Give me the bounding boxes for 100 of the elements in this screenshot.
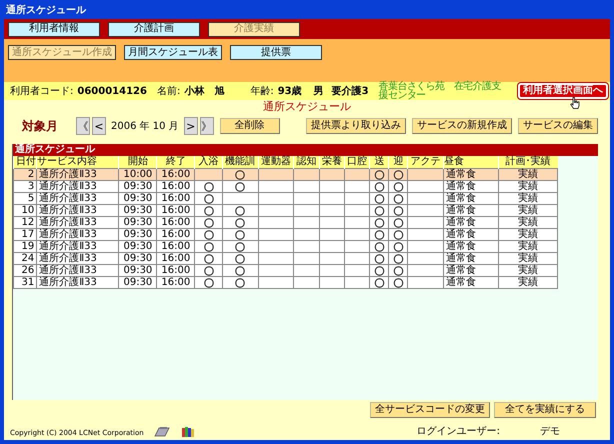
table-cell: 通常食 — [444, 204, 498, 216]
table-cell: 通所介護Ⅱ33 — [36, 204, 119, 216]
panel-title: 通所スケジュール — [13, 144, 598, 156]
column-header: 機能訓 — [222, 156, 258, 168]
table-cell: 通所介護Ⅱ33 — [36, 192, 119, 204]
column-header: 日付 — [14, 156, 37, 168]
table-cell: 通所介護Ⅱ33 — [36, 252, 119, 264]
table-cell: 通所介護Ⅱ33 — [36, 276, 119, 288]
field-label: 名前: — [156, 85, 180, 98]
books-icon — [180, 426, 196, 438]
table-cell: 通常食 — [444, 264, 498, 276]
table-cell: 実績 — [498, 252, 558, 264]
table-cell: 10 — [14, 204, 37, 216]
nav-tab[interactable]: 月間スケジュール表 — [124, 45, 222, 60]
schedule-row[interactable]: 31 通所介護Ⅱ33 09:30 16:00 通常食 実績 — [14, 276, 558, 288]
table-cell: 10:00 — [118, 168, 157, 180]
action-button[interactable]: サービスの編集 — [518, 118, 598, 134]
first-button[interactable]: 《 — [76, 117, 90, 135]
schedule-row[interactable]: 10 通所介護Ⅱ33 09:30 16:00 通常食 実績 — [14, 204, 558, 216]
back-button[interactable]: 利用者選択画面へ — [518, 83, 608, 99]
column-header: サービス内容 — [36, 156, 119, 168]
action-button[interactable]: 提供票より取り込み — [306, 118, 406, 134]
table-cell: 通所介護Ⅱ33 — [36, 168, 119, 180]
table-cell: 3 — [14, 180, 37, 192]
table-cell: 通所介護Ⅱ33 — [36, 264, 119, 276]
bulk-action-button[interactable]: 全サービスコードの変更 — [370, 402, 490, 418]
table-cell: 実績 — [498, 192, 558, 204]
column-header: 計画･実績 — [498, 156, 558, 168]
column-header: 終了 — [156, 156, 195, 168]
prev-button[interactable]: < — [92, 117, 106, 135]
window-title: 通所スケジュール — [5, 4, 88, 18]
column-header: アクテ — [408, 156, 444, 168]
table-cell: 12 — [14, 216, 37, 228]
nav-tab[interactable]: 提供票 — [230, 45, 322, 60]
user-name: 小林 旭 — [184, 84, 224, 98]
column-header: 昼食 — [444, 156, 498, 168]
month-text: 2006 年 10 月 — [110, 120, 180, 133]
nav-tab[interactable]: 利用者情報 — [8, 22, 100, 37]
table-cell: 実績 — [498, 228, 558, 240]
care-level: 要介護3 — [332, 84, 369, 98]
table-cell: 実績 — [498, 168, 558, 180]
hand-cursor-icon — [570, 97, 580, 109]
bulk-action-button[interactable]: 全てを実績にする — [494, 402, 596, 418]
field-label: 利用者コード: — [10, 84, 74, 98]
schedule-row[interactable]: 19 通所介護Ⅱ33 09:30 16:00 通常食 実績 — [14, 240, 558, 252]
table-cell: 実績 — [498, 264, 558, 276]
table-cell: 24 — [14, 252, 37, 264]
user-code: 0600014126 — [77, 86, 147, 96]
table-cell: 通所介護Ⅱ33 — [36, 228, 119, 240]
table-cell: 通常食 — [444, 216, 498, 228]
table-cell: 実績 — [498, 240, 558, 252]
column-header: 運動器 — [258, 156, 294, 168]
column-header: 入浴 — [194, 156, 222, 168]
table-cell: 5 — [14, 192, 37, 204]
table-cell: 実績 — [498, 204, 558, 216]
table-cell: 実績 — [498, 180, 558, 192]
table-cell: 通所介護Ⅱ33 — [36, 180, 119, 192]
table-cell: 19 — [14, 240, 37, 252]
table-cell: 通所介護Ⅱ33 — [36, 240, 119, 252]
column-header: 口腔 — [344, 156, 370, 168]
column-header: 送 — [370, 156, 389, 168]
table-cell: 2 — [14, 168, 37, 180]
table-cell: 実績 — [498, 276, 558, 288]
table-cell: 通常食 — [444, 240, 498, 252]
column-header: 迎 — [388, 156, 408, 168]
schedule-row[interactable]: 3 通所介護Ⅱ33 09:30 16:00 通常食 実績 — [14, 180, 558, 192]
next-button[interactable]: > — [184, 117, 198, 135]
table-cell: 16:00 — [156, 168, 195, 180]
login-label: ログインユーザー: — [416, 425, 500, 438]
table-cell: 26 — [14, 264, 37, 276]
table-cell: 通常食 — [444, 276, 498, 288]
nav-tab[interactable]: 介護実績 — [208, 22, 300, 37]
column-header: 開始 — [118, 156, 157, 168]
telephone-icon — [154, 426, 170, 438]
last-button[interactable]: 》 — [200, 117, 214, 135]
login-user: デモ — [540, 425, 560, 438]
field-label: 年齢: — [250, 84, 274, 98]
user-sex: 男 — [314, 84, 324, 98]
table-cell: 通常食 — [444, 180, 498, 192]
schedule-row[interactable]: 2 通所介護Ⅱ33 10:00 16:00 通常食 実績 — [14, 168, 558, 180]
action-button[interactable]: サービスの新規作成 — [412, 118, 512, 134]
table-cell: 通常食 — [444, 168, 498, 180]
table-cell: 実績 — [498, 216, 558, 228]
clear-button[interactable]: 全削除 — [220, 118, 280, 134]
nav-tab[interactable]: 介護計画 — [108, 22, 200, 37]
schedule-row[interactable]: 17 通所介護Ⅱ33 09:30 16:00 通常食 実績 — [14, 228, 558, 240]
table-cell: 通所介護Ⅱ33 — [36, 216, 119, 228]
table-cell: 通常食 — [444, 252, 498, 264]
table-cell: 通常食 — [444, 192, 498, 204]
month-label: 対象月 — [22, 118, 59, 134]
page-heading: 通所スケジュール — [263, 100, 351, 114]
column-header: 認知 — [294, 156, 320, 168]
schedule-row[interactable]: 12 通所介護Ⅱ33 09:30 16:00 通常食 実績 — [14, 216, 558, 228]
schedule-row[interactable]: 26 通所介護Ⅱ33 09:30 16:00 通常食 実績 — [14, 264, 558, 276]
user-age: 93歳 — [278, 84, 302, 98]
table-cell: 通常食 — [444, 228, 498, 240]
schedule-row[interactable]: 5 通所介護Ⅱ33 09:30 16:00 通常食 実績 — [14, 192, 558, 204]
table-cell: 31 — [14, 276, 37, 288]
schedule-row[interactable]: 24 通所介護Ⅱ33 09:30 16:00 通常食 実績 — [14, 252, 558, 264]
facility-name: 香葉台さくら苑 在宅介護支援センター — [378, 82, 502, 100]
